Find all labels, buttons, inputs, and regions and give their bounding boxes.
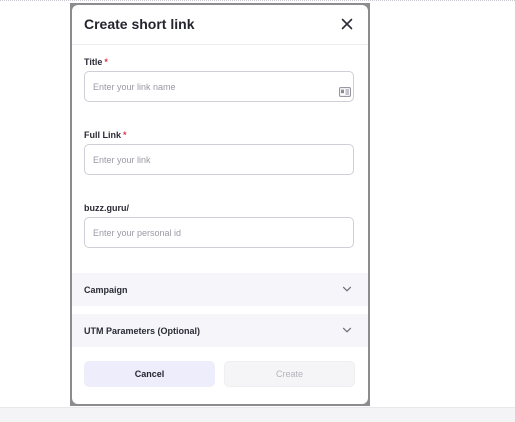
full-link-field-label: Full Link * [84,130,127,140]
page-footer [0,407,515,422]
personal-id-field-label: buzz.guru/ [84,203,129,213]
title-label-text: Title [84,57,103,67]
utm-parameters-section-label: UTM Parameters (Optional) [84,326,201,336]
id-card-icon [339,87,351,97]
personal-id-label-text: buzz.guru/ [84,203,129,213]
create-button[interactable]: Create [224,361,355,387]
required-mark: * [104,57,108,67]
dialog-title: Create short link [84,16,195,32]
campaign-section-toggle[interactable]: Campaign [72,273,368,306]
page-top-border [0,0,515,2]
utm-parameters-section-toggle[interactable]: UTM Parameters (Optional) [72,314,368,347]
cancel-button[interactable]: Cancel [84,361,215,387]
create-short-link-dialog: Create short link Title* Full Link* buzz… [72,5,368,404]
chevron-down-icon [342,286,352,292]
close-button[interactable] [336,13,358,35]
title-field-label: Title * [84,57,108,67]
dialog-header: Create short link [72,5,368,45]
chevron-down-icon [342,327,352,333]
title-input[interactable] [84,71,354,102]
full-link-input[interactable] [84,144,354,175]
required-mark: * [123,130,127,140]
campaign-section-label: Campaign [84,285,128,295]
full-link-label-text: Full Link [84,130,121,140]
close-icon [341,18,353,30]
personal-id-input[interactable] [84,217,354,248]
